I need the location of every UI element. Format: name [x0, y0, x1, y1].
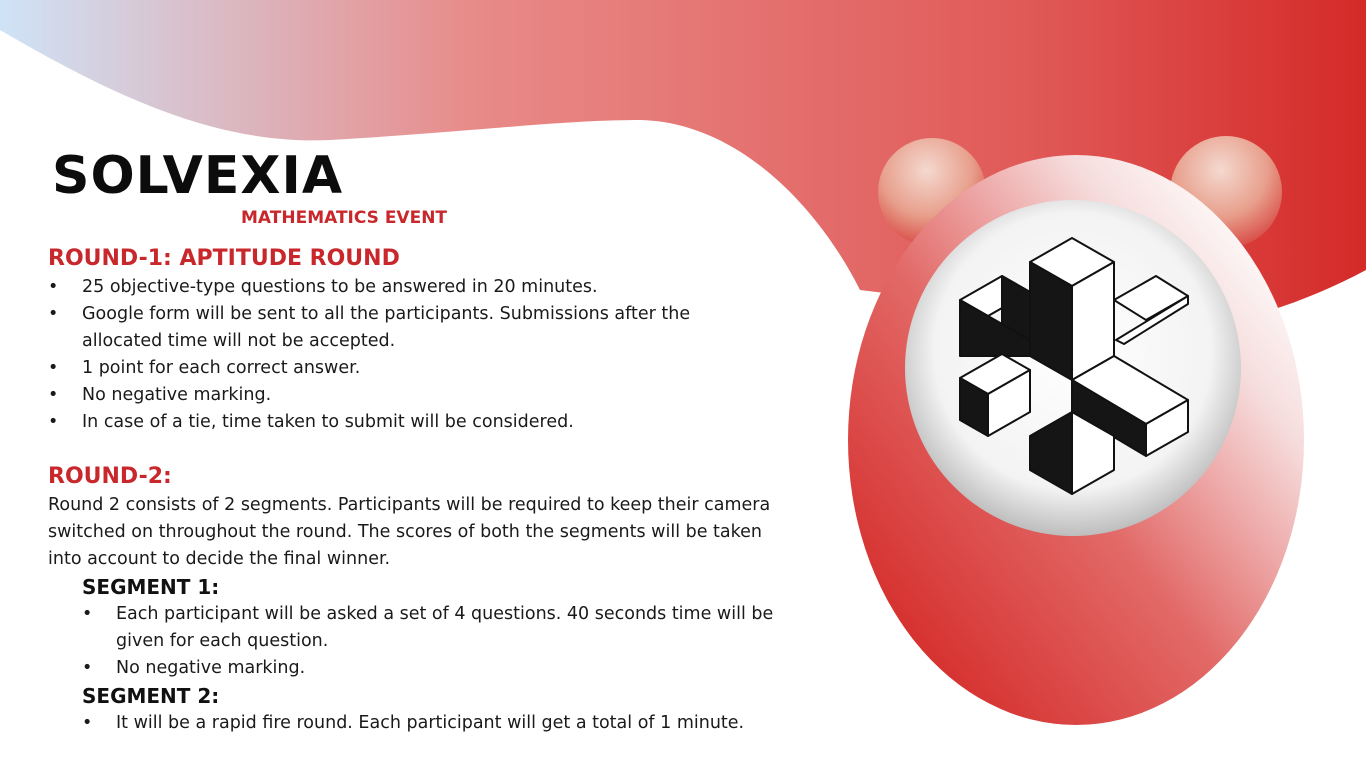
list-item: • Google form will be sent to all the par…	[48, 301, 712, 355]
list-item: • 1 point for each correct answer.	[48, 355, 828, 382]
segment-2-bullet-list: • It will be a rapid fire round. Each par…	[82, 710, 828, 737]
list-item: • It will be a rapid fire round. Each par…	[82, 710, 828, 737]
list-item: • Each participant will be asked a set of…	[82, 601, 816, 655]
bullet-icon: •	[82, 713, 93, 733]
list-item: • No negative marking.	[48, 382, 828, 409]
bullet-icon: •	[48, 385, 59, 405]
round-2-intro: Round 2 consists of 2 segments. Particip…	[48, 495, 771, 569]
list-item: • In case of a tie, time taken to submit …	[48, 409, 828, 436]
segment-1-bullet-list: • Each participant will be asked a set of…	[82, 601, 828, 682]
event-title: SOLVEXIA	[52, 146, 344, 206]
round-1-heading: ROUND-1: APTITUDE ROUND	[48, 246, 400, 271]
bullet-icon: •	[48, 304, 59, 324]
segment-2: SEGMENT 2: • It will be a rapid fire roun…	[82, 682, 828, 737]
list-item: • No negative marking.	[82, 655, 828, 682]
event-subtitle: MATHEMATICS EVENT	[241, 208, 448, 228]
bullet-icon: •	[82, 604, 93, 624]
rules-content: ROUND-1: APTITUDE ROUND • 25 objective-ty…	[48, 244, 828, 737]
round-2-heading: ROUND-2:	[48, 464, 172, 489]
bullet-icon: •	[82, 658, 93, 678]
segment-1-heading: SEGMENT 1:	[82, 575, 220, 599]
bullet-icon: •	[48, 277, 59, 297]
list-item: • 25 objective-type questions to be answe…	[48, 274, 828, 301]
bullet-icon: •	[48, 358, 59, 378]
segment-1: SEGMENT 1: • Each participant will be ask…	[82, 573, 828, 682]
bullet-icon: •	[48, 412, 59, 432]
round-1-bullet-list: • 25 objective-type questions to be answe…	[48, 274, 828, 436]
segment-2-heading: SEGMENT 2:	[82, 684, 220, 708]
